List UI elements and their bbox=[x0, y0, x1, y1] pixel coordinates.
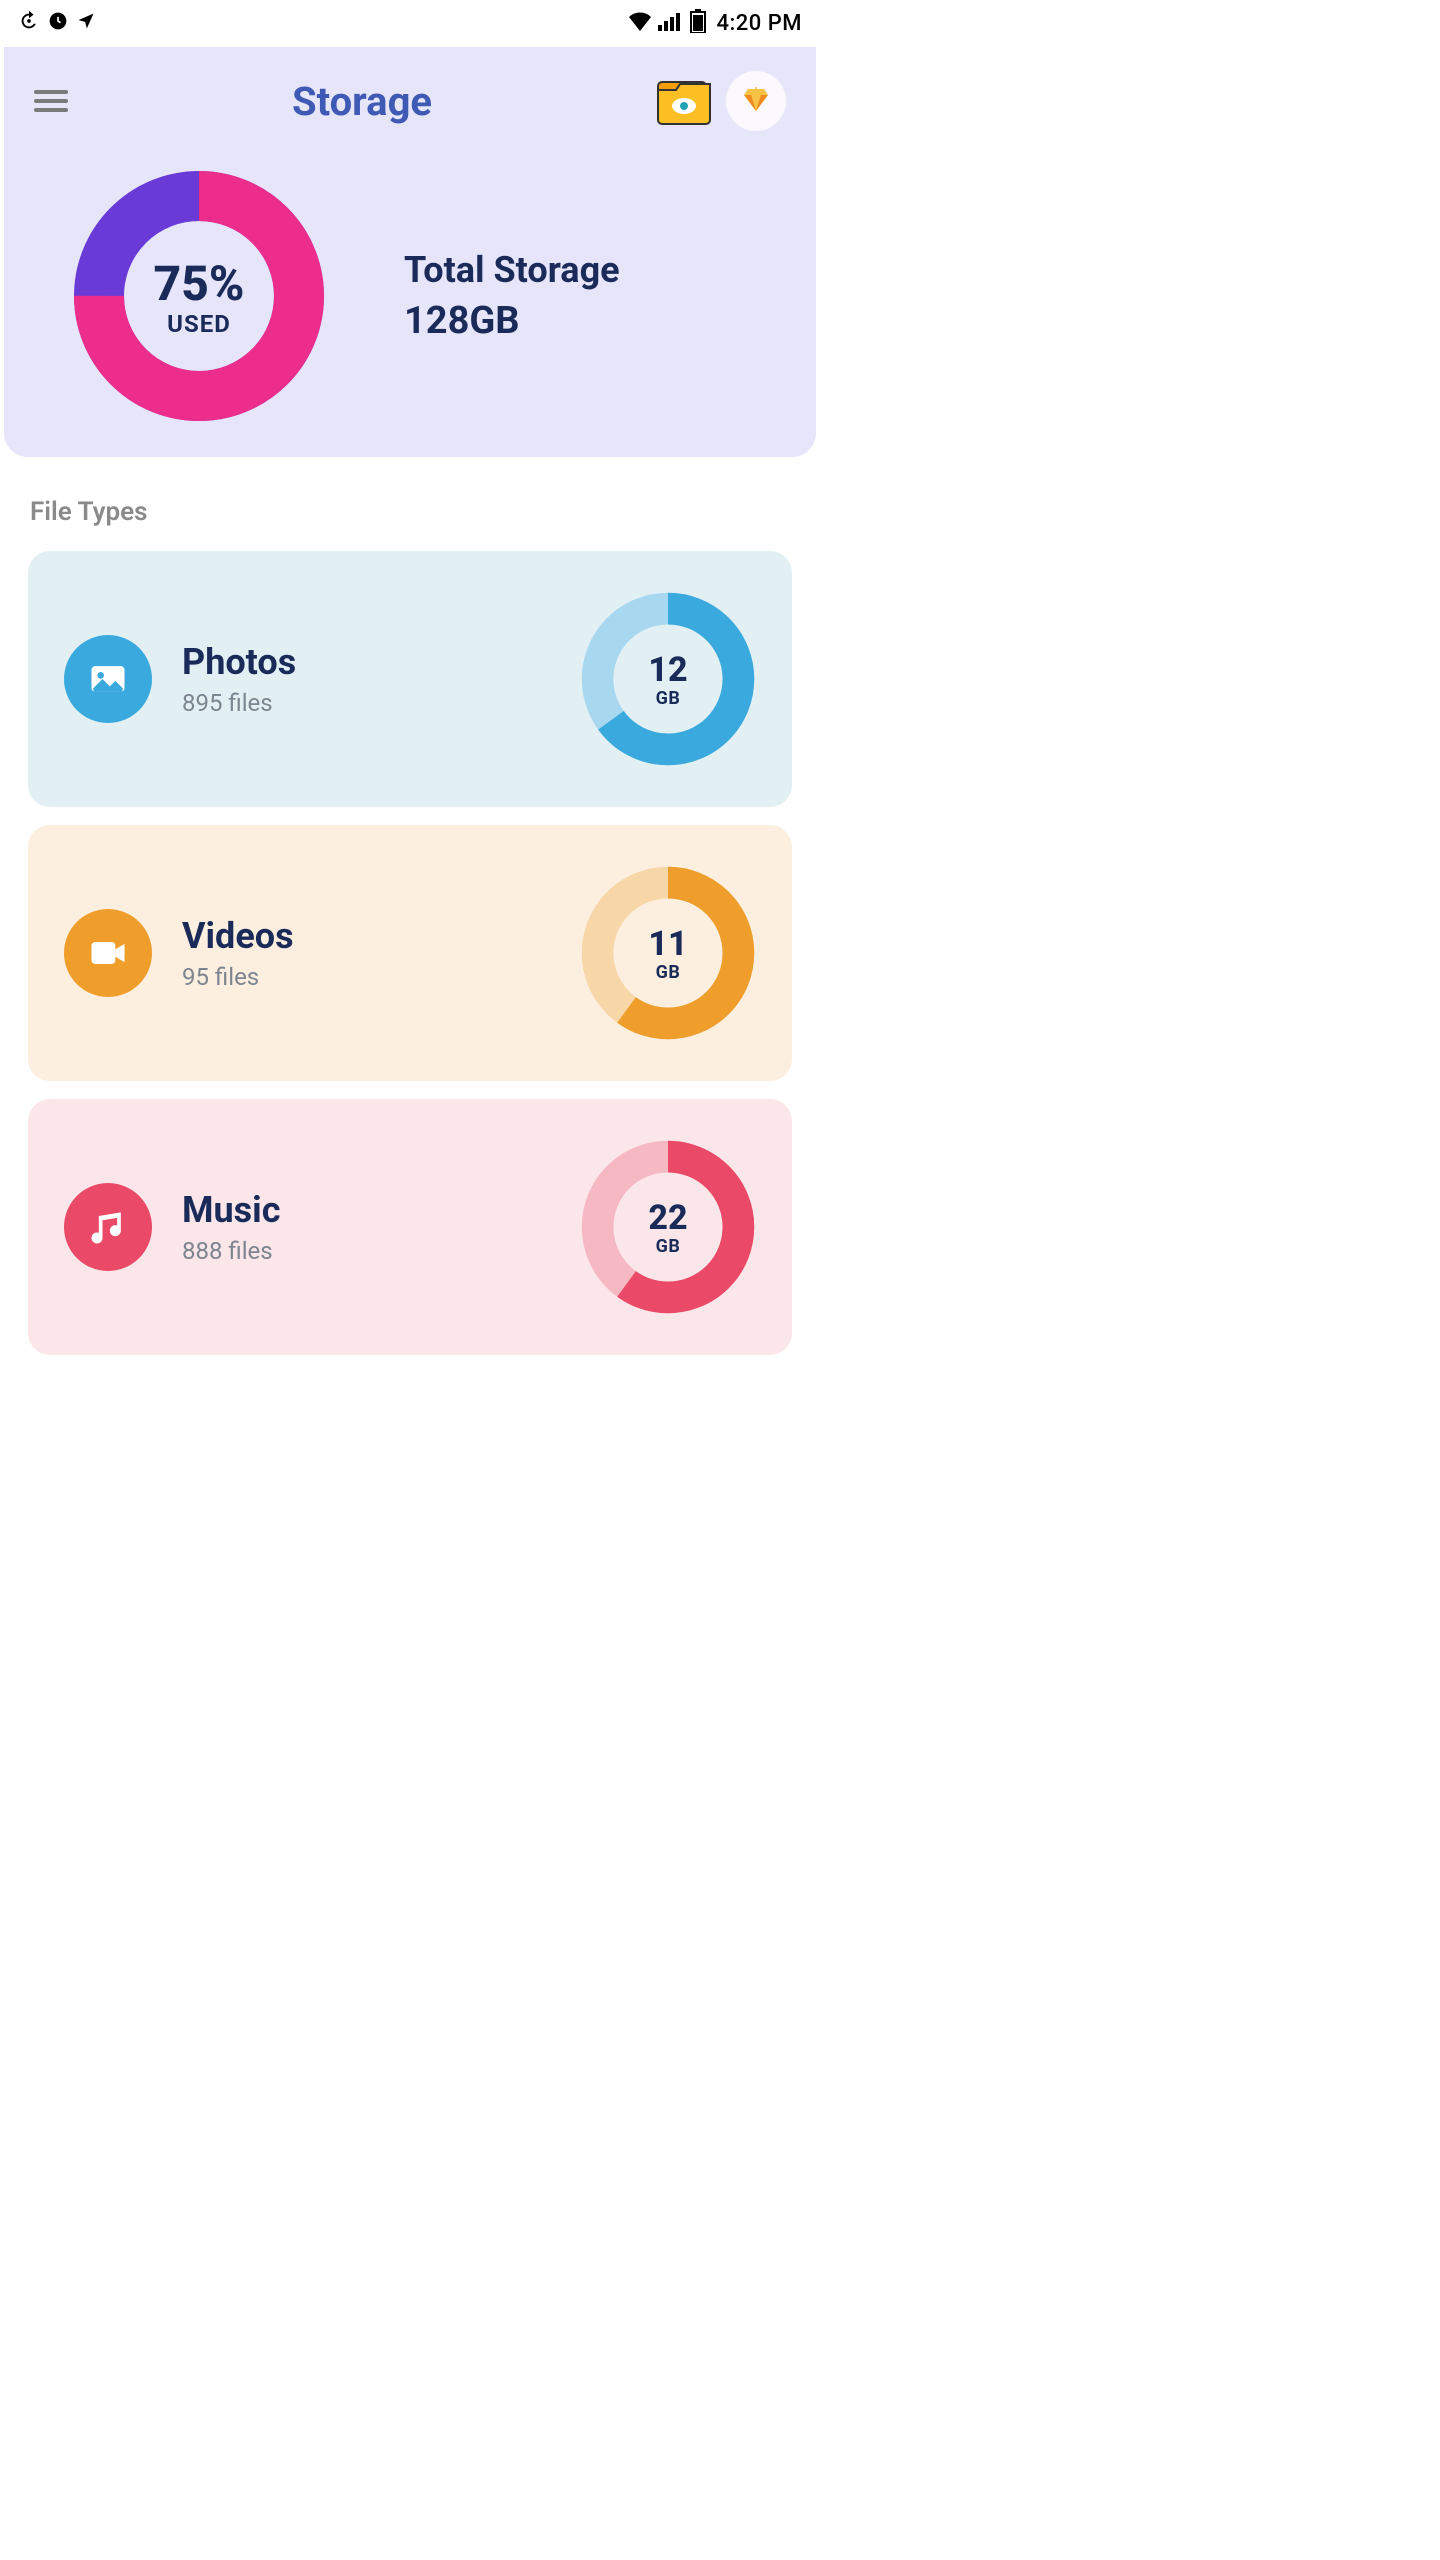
file-type-card-videos[interactable]: Videos 95 files 11GB bbox=[28, 825, 792, 1081]
storage-used-label: USED bbox=[167, 310, 231, 338]
music-icon bbox=[64, 1183, 152, 1271]
status-time: 4:20 PM bbox=[716, 11, 802, 36]
file-type-name: Music bbox=[182, 1189, 280, 1231]
file-types-heading: File Types bbox=[30, 497, 820, 527]
recent-folder-button[interactable] bbox=[656, 76, 712, 126]
page-title: Storage bbox=[292, 78, 432, 125]
file-type-subtitle: 95 files bbox=[182, 963, 294, 991]
file-type-size-value: 22 bbox=[648, 1198, 687, 1238]
file-type-donut-videos: 11GB bbox=[580, 865, 756, 1041]
file-type-size-unit: GB bbox=[656, 1236, 681, 1257]
file-type-name: Photos bbox=[182, 641, 296, 683]
clock-icon bbox=[48, 11, 68, 37]
storage-used-percent: 75% bbox=[154, 255, 245, 312]
storage-used-donut: 75% USED bbox=[74, 171, 324, 421]
photos-icon bbox=[64, 635, 152, 723]
wifi-icon bbox=[628, 11, 652, 37]
file-type-donut-photos: 12GB bbox=[580, 591, 756, 767]
total-storage-value: 128GB bbox=[404, 299, 620, 343]
total-storage-label: Total Storage bbox=[404, 249, 620, 291]
status-bar: 4:20 PM bbox=[0, 0, 820, 47]
file-types-list: Photos895 files12GBVideos95 files11GBMus… bbox=[0, 551, 820, 1355]
file-type-subtitle: 888 files bbox=[182, 1237, 280, 1265]
sync-icon bbox=[18, 10, 40, 38]
file-type-card-music[interactable]: Music 888 files 22GB bbox=[28, 1099, 792, 1355]
file-type-size-unit: GB bbox=[656, 962, 681, 983]
premium-button[interactable] bbox=[726, 71, 786, 131]
file-type-size-value: 11 bbox=[648, 924, 687, 964]
signal-icon bbox=[658, 11, 684, 37]
file-type-donut-music: 22GB bbox=[580, 1139, 756, 1315]
menu-icon[interactable] bbox=[34, 90, 68, 112]
file-type-card-photos[interactable]: Photos 895 files 12GB bbox=[28, 551, 792, 807]
videos-icon bbox=[64, 909, 152, 997]
file-type-size-value: 12 bbox=[648, 650, 687, 690]
file-type-size-unit: GB bbox=[656, 688, 681, 709]
battery-icon bbox=[690, 9, 706, 39]
location-icon bbox=[76, 11, 96, 37]
file-type-name: Videos bbox=[182, 915, 294, 957]
file-type-subtitle: 895 files bbox=[182, 689, 296, 717]
header-card: Storage bbox=[4, 47, 816, 457]
